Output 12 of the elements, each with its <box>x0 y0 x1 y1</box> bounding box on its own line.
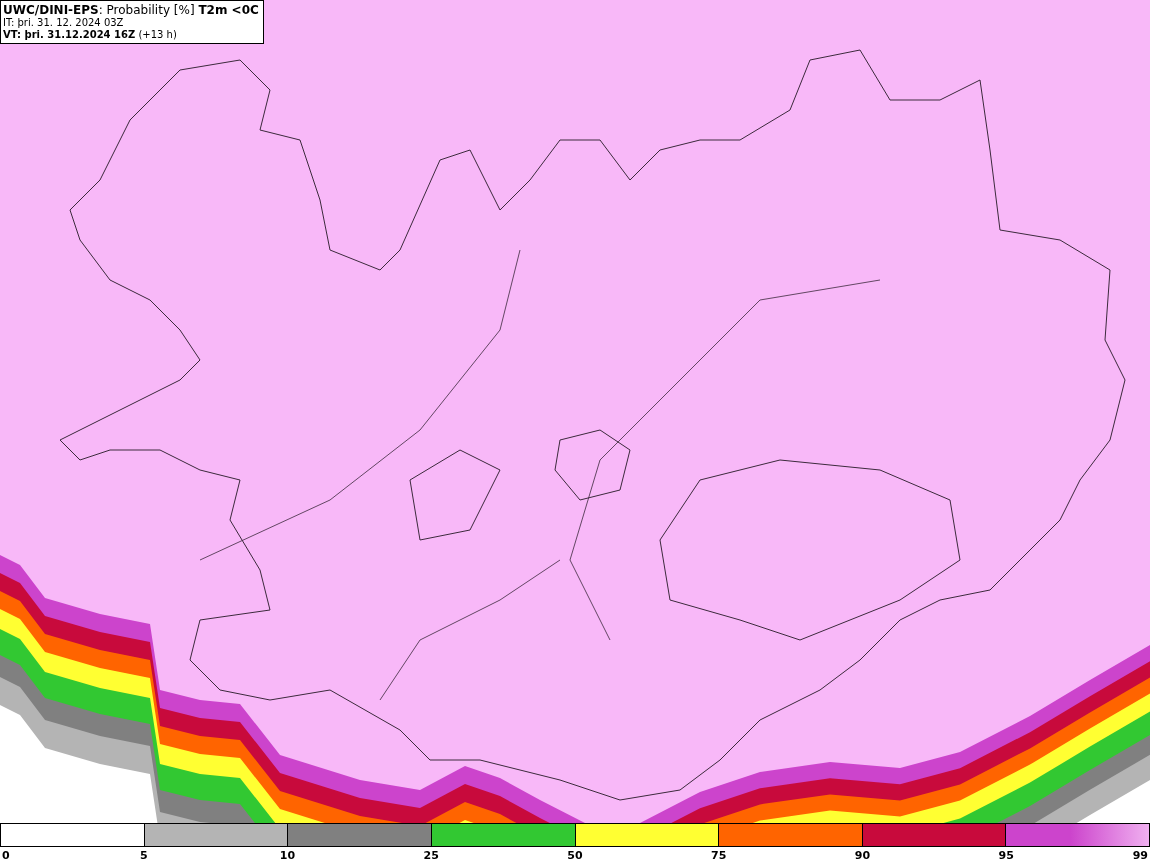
scale-tick-label: 10 <box>279 849 296 862</box>
scale-tick-label: 5 <box>139 849 148 862</box>
init-time: IT: þri. 31. 12. 2024 03Z <box>3 17 125 30</box>
chart-title: UWC/DINI-EPS: Probability [%] T2m <0C <box>3 3 259 18</box>
scale-tick-label: 99 <box>1132 849 1148 862</box>
scale-tick-label: 75 <box>711 849 727 862</box>
scale-tick-label: 95 <box>998 849 1014 862</box>
valid-time: VT: þri. 31.12.2024 16Z (+13 h) <box>3 29 178 42</box>
scale-tick-label: 90 <box>854 849 871 862</box>
scale-tick-label: 25 <box>423 849 439 862</box>
scale-tick-label: 0 <box>2 849 10 862</box>
scale-tick-label: 50 <box>567 849 583 862</box>
